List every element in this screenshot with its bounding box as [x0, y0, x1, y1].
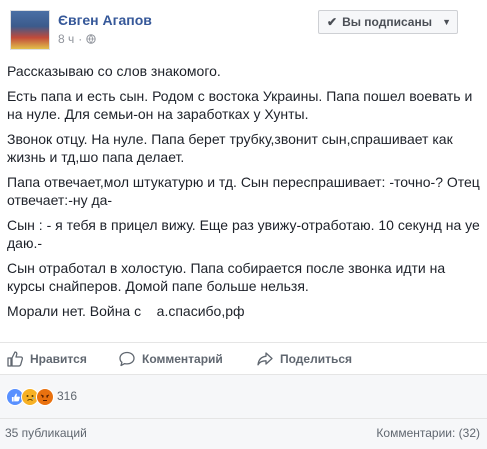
post-paragraph: Морали нет. Война с а.спасибо,рф	[7, 302, 245, 319]
comment-button[interactable]: Комментарий	[118, 348, 223, 370]
share-label: Поделиться	[280, 352, 353, 366]
following-label: Вы подписаны	[342, 15, 432, 29]
post-paragraph: Папа отвечает,мол штукатурю и тд. Сын пе…	[7, 173, 480, 209]
post-paragraph: Есть папа и есть сын. Родом с востока Ук…	[7, 87, 473, 123]
comment-icon	[119, 351, 135, 367]
check-icon: ✔	[327, 15, 338, 29]
post-meta: 8 ч ·	[58, 32, 96, 46]
post-text: Рассказываю со слов знакомого. Есть папа…	[7, 62, 481, 326]
post-paragraph: Сын отработал в холостую. Папа собираетс…	[7, 259, 446, 295]
like-label: Нравится	[30, 352, 87, 366]
reactions-bar: 316	[0, 374, 487, 419]
globe-icon[interactable]	[86, 34, 96, 44]
chevron-down-icon: ▼	[442, 17, 451, 27]
post-paragraph: Звонок отцу. На нуле. Папа берет трубку,…	[7, 130, 453, 166]
following-button[interactable]: ✔ Вы подписаны ▼	[318, 10, 458, 34]
share-icon	[257, 352, 273, 366]
author-avatar[interactable]	[10, 10, 50, 50]
like-button[interactable]: Нравится	[6, 348, 87, 370]
post-time[interactable]: 8 ч	[58, 32, 74, 46]
reaction-icons[interactable]	[6, 388, 54, 406]
angry-reaction-icon	[36, 388, 54, 406]
share-button[interactable]: Поделиться	[256, 348, 352, 370]
reaction-count[interactable]: 316	[57, 389, 77, 403]
thumbs-up-icon	[7, 351, 24, 367]
post-actions: Нравится Комментарий Поделиться	[0, 342, 487, 375]
post-header: Євген Агапов 8 ч · ✔ Вы подписаны ▼	[0, 0, 487, 62]
post-footer: 35 публикаций Комментарии: (32)	[0, 418, 487, 449]
meta-separator: ·	[78, 32, 83, 46]
comments-count[interactable]: Комментарии: (32)	[376, 426, 480, 440]
publications-count[interactable]: 35 публикаций	[5, 426, 87, 440]
post-paragraph: Сын : - я тебя в прицел вижу. Еще раз ув…	[7, 216, 480, 252]
post-paragraph: Рассказываю со слов знакомого.	[7, 63, 221, 79]
comment-label: Комментарий	[142, 352, 223, 366]
author-name[interactable]: Євген Агапов	[58, 12, 152, 28]
